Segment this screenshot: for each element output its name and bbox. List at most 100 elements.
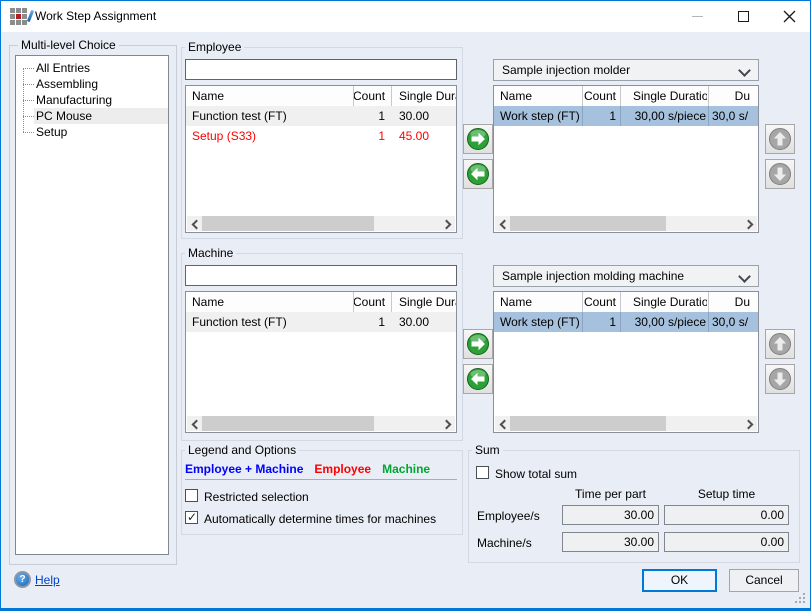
table-header: Name Count Single Duration Du [494, 86, 758, 107]
show-total-sum-checkbox[interactable] [476, 466, 489, 479]
tree-item-manufacturing[interactable]: Manufacturing [16, 92, 168, 108]
tree-item-assembling[interactable]: Assembling [16, 76, 168, 92]
green-left-arrow-icon [466, 162, 490, 186]
employee-setup-time-field[interactable] [664, 505, 789, 525]
cell-name: Setup (S33) [192, 126, 350, 146]
scroll-thumb[interactable] [202, 416, 374, 431]
tree-item-label: All Entries [36, 61, 90, 75]
horizontal-scrollbar[interactable] [495, 216, 757, 231]
table-row[interactable]: Setup (S33) 1 45.00 [186, 126, 456, 146]
employee-filter-input[interactable] [185, 59, 457, 80]
show-total-sum-label: Show total sum [495, 467, 577, 481]
employee-move-up-button[interactable] [765, 124, 795, 154]
legend-machine: Machine [382, 462, 430, 476]
sum-group-label: Sum [472, 443, 503, 457]
time-per-part-header: Time per part [562, 487, 659, 501]
scroll-right-arrow[interactable] [742, 416, 757, 431]
work-step-assignment-dialog: Work Step Assignment Multi-level Choice … [0, 0, 811, 611]
machine-target-combobox[interactable]: Sample injection molding machine [493, 265, 759, 287]
cell-duration: 30,0 s/ [712, 312, 758, 332]
cell-duration: 30,0 s/ [712, 106, 758, 126]
machine-assign-button[interactable] [463, 329, 493, 359]
scroll-thumb[interactable] [510, 216, 666, 231]
tree-item-all-entries[interactable]: All Entries [16, 60, 168, 76]
column-separator [582, 106, 583, 126]
column-header-name: Name [500, 86, 580, 106]
column-header-count: Count [582, 86, 616, 106]
employee-assign-button[interactable] [463, 124, 493, 154]
horizontal-scrollbar[interactable] [187, 416, 455, 431]
cell-name: Function test (FT) [192, 312, 350, 332]
maximize-button[interactable] [720, 1, 766, 32]
tree-item-setup[interactable]: Setup [16, 124, 168, 140]
machine-group-label: Machine [185, 246, 236, 260]
cancel-button[interactable]: Cancel [729, 569, 799, 592]
table-row[interactable]: Function test (FT) 1 30.00 [186, 106, 456, 126]
multilevel-choice-label: Multi-level Choice [18, 38, 119, 52]
employee-move-down-button[interactable] [765, 159, 795, 189]
minimize-button[interactable] [674, 1, 720, 32]
scroll-left-arrow[interactable] [495, 416, 510, 431]
scroll-left-arrow[interactable] [187, 216, 202, 231]
horizontal-scrollbar[interactable] [187, 216, 455, 231]
legend: Employee + Machine Employee Machine [185, 462, 430, 476]
column-header-count: Count [353, 292, 385, 312]
table-header: Name Count Single Dura [186, 86, 456, 107]
column-separator [708, 86, 709, 106]
scroll-left-arrow[interactable] [187, 416, 202, 431]
horizontal-scrollbar[interactable] [495, 416, 757, 431]
scroll-thumb[interactable] [202, 216, 374, 231]
scroll-right-arrow[interactable] [440, 216, 455, 231]
employee-group-label: Employee [185, 40, 244, 54]
employee-time-per-part-field[interactable] [562, 505, 659, 525]
machine-filter-input[interactable] [185, 265, 457, 286]
cell-single-duration: 30,00 s/piece [620, 312, 706, 332]
help-icon[interactable]: ? [14, 571, 31, 588]
scroll-right-arrow[interactable] [742, 216, 757, 231]
green-left-arrow-icon [466, 367, 490, 391]
employee-assigned-table: Name Count Single Duration Du Work step … [493, 85, 759, 233]
machine-unassign-button[interactable] [463, 364, 493, 394]
column-separator [708, 312, 709, 332]
employee-unassign-button[interactable] [463, 159, 493, 189]
machine-setup-time-field[interactable] [664, 532, 789, 552]
green-right-arrow-icon [466, 332, 490, 356]
tree-item-pc-mouse[interactable]: PC Mouse [16, 108, 168, 124]
employee-available-table: Name Count Single Dura Function test (FT… [185, 85, 457, 233]
restricted-selection-checkbox[interactable] [185, 489, 198, 502]
auto-determine-times-checkbox[interactable] [185, 511, 198, 524]
machine-move-down-button[interactable] [765, 364, 795, 394]
legend-divider [185, 479, 457, 480]
combobox-value: Sample injection molder [502, 63, 630, 77]
cell-count: 1 [582, 106, 616, 126]
table-row-selected[interactable]: Work step (FT) 1 30,00 s/piece 30,0 s/ [494, 312, 758, 332]
combobox-value: Sample injection molding machine [502, 269, 684, 283]
column-separator [582, 292, 583, 312]
scroll-left-arrow[interactable] [495, 216, 510, 231]
ok-button[interactable]: OK [642, 569, 717, 592]
employee-target-combobox[interactable]: Sample injection molder [493, 59, 759, 81]
column-header-duration: Du [674, 86, 750, 106]
scroll-thumb[interactable] [510, 416, 666, 431]
close-button[interactable] [766, 1, 811, 32]
column-separator [620, 292, 621, 312]
column-header-name: Name [500, 292, 580, 312]
cell-count: 1 [353, 312, 385, 332]
gray-up-arrow-icon [768, 127, 792, 151]
tree-item-label: Assembling [36, 77, 98, 91]
table-row-selected[interactable]: Work step (FT) 1 30,00 s/piece 30,0 s/ [494, 106, 758, 126]
help-link[interactable]: Help [35, 573, 60, 587]
machine-move-up-button[interactable] [765, 329, 795, 359]
minimize-icon [692, 16, 703, 17]
tree-item-label: PC Mouse [36, 109, 92, 123]
multilevel-listbox: All Entries Assembling Manufacturing PC … [15, 55, 169, 555]
column-separator [620, 312, 621, 332]
table-row[interactable]: Function test (FT) 1 30.00 [186, 312, 456, 332]
cell-single-duration: 45.00 [399, 126, 457, 146]
resize-grip[interactable] [795, 593, 805, 603]
machine-time-per-part-field[interactable] [562, 532, 659, 552]
employee-sum-row-label: Employee/s [477, 509, 540, 523]
scroll-right-arrow[interactable] [440, 416, 455, 431]
tree-item-label: Manufacturing [36, 93, 112, 107]
auto-determine-times-label: Automatically determine times for machin… [204, 512, 436, 526]
